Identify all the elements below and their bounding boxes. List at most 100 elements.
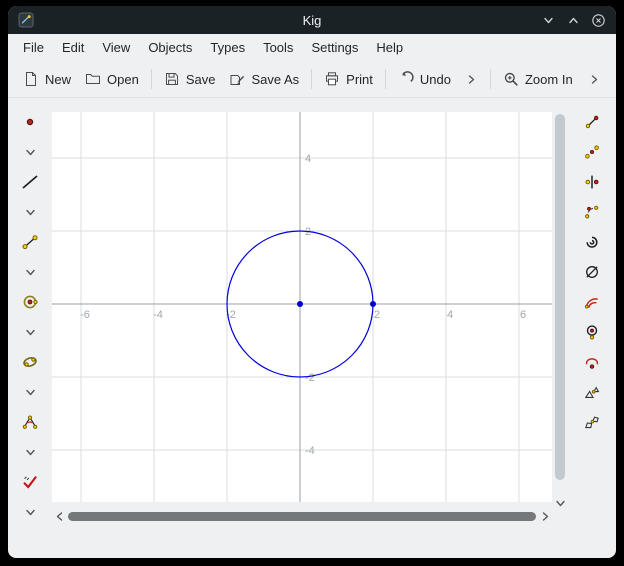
axis-tick-label: -4	[153, 309, 163, 321]
save-as-button[interactable]: Save As	[222, 67, 306, 91]
main-area: -6-4-224642-2-4	[8, 98, 616, 558]
desktop: Kig FileEditViewObjectsTypesToolsSetting…	[0, 0, 624, 566]
vertical-scroll-thumb[interactable]	[555, 114, 565, 480]
menubar: FileEditViewObjectsTypesToolsSettingsHel…	[8, 34, 616, 61]
chevron-down-icon	[24, 506, 37, 519]
minimize-button[interactable]	[540, 12, 556, 28]
chevron-down-icon	[24, 326, 37, 339]
chevron-down-light-icon	[542, 14, 555, 27]
angle-tool-menu-chevron[interactable]	[20, 444, 40, 460]
new-document-icon	[23, 71, 39, 87]
undo-icon	[398, 71, 414, 87]
plot-svg: -6-4-224642-2-4	[52, 112, 552, 502]
window-title: Kig	[8, 13, 616, 28]
scale-tool-button[interactable]	[582, 384, 602, 400]
close-circle-icon	[591, 13, 606, 28]
test-tool-icon	[22, 474, 38, 490]
scroll-right-button[interactable]	[538, 509, 552, 523]
circle-point-tool-button[interactable]	[582, 324, 602, 340]
scroll-down-button[interactable]	[553, 496, 567, 510]
chevron-down-icon	[554, 497, 567, 510]
window-controls	[540, 12, 606, 28]
menu-item-file[interactable]: File	[14, 36, 53, 59]
horizontal-scroll-track[interactable]	[66, 512, 538, 521]
reflect-point-icon	[584, 144, 600, 160]
vertical-scrollbar	[552, 98, 568, 558]
undo-button[interactable]: Undo	[391, 67, 458, 91]
new-button[interactable]: New	[16, 67, 78, 91]
toolbar-button-label: Save	[186, 72, 216, 87]
translate-tool-button[interactable]	[582, 114, 602, 130]
menu-item-view[interactable]: View	[93, 36, 139, 59]
chevron-down-icon	[24, 266, 37, 279]
point-object[interactable]	[370, 301, 376, 307]
conic-tool-icon	[22, 354, 38, 370]
inversion-tool-button[interactable]	[582, 264, 602, 280]
toolbar-button-label: Print	[346, 72, 373, 87]
save-as-icon	[229, 71, 245, 87]
open-button[interactable]: Open	[78, 67, 146, 91]
save-icon	[164, 71, 180, 87]
line-tool-menu-chevron[interactable]	[20, 204, 40, 220]
arcs-icon	[584, 294, 600, 310]
projective-tool-button[interactable]	[582, 414, 602, 430]
canvas-column: -6-4-224642-2-4	[52, 98, 552, 558]
scale-triangle-icon	[584, 384, 600, 400]
point-object[interactable]	[297, 301, 303, 307]
right-toolbar	[568, 98, 616, 558]
circle-point-icon	[584, 324, 600, 340]
line-reflect-tool-button[interactable]	[582, 174, 602, 190]
spiral-tool-button[interactable]	[582, 234, 602, 250]
toolbar-separator	[151, 69, 152, 89]
translate-object-icon	[584, 114, 600, 130]
segment-tool-button[interactable]	[20, 234, 40, 250]
axis-tick-label: -2	[305, 372, 315, 384]
maximize-button[interactable]	[565, 12, 581, 28]
toolbar-button-label: Save As	[251, 72, 299, 87]
menu-item-help[interactable]: Help	[367, 36, 412, 59]
menu-item-tools[interactable]: Tools	[254, 36, 302, 59]
save-button[interactable]: Save	[157, 67, 223, 91]
chevron-up-light-icon	[567, 14, 580, 27]
chevron-right-icon	[588, 73, 601, 86]
test-tool-button[interactable]	[20, 474, 40, 490]
conic-tool-button[interactable]	[20, 354, 40, 370]
menu-item-objects[interactable]: Objects	[139, 36, 201, 59]
conic-arc-tool-button[interactable]	[582, 354, 602, 370]
menu-item-types[interactable]: Types	[201, 36, 254, 59]
test-tool-menu-chevron[interactable]	[20, 504, 40, 520]
horizontal-scrollbar	[52, 508, 552, 524]
point-reflect-tool-button[interactable]	[582, 144, 602, 160]
angle-tool-button[interactable]	[20, 414, 40, 430]
print-icon	[324, 71, 340, 87]
print-button[interactable]: Print	[317, 67, 380, 91]
toolbar-button-label: Open	[107, 72, 139, 87]
vertical-scroll-track[interactable]	[555, 112, 565, 494]
menu-item-edit[interactable]: Edit	[53, 36, 93, 59]
circle-tool-menu-chevron[interactable]	[20, 324, 40, 340]
close-button[interactable]	[590, 12, 606, 28]
toolbar-overflow-button[interactable]	[581, 69, 608, 90]
angle-tool-icon	[22, 414, 38, 430]
circle-tool-button[interactable]	[20, 294, 40, 310]
segment-tool-menu-chevron[interactable]	[20, 264, 40, 280]
titlebar[interactable]: Kig	[8, 6, 616, 34]
chevron-down-icon	[24, 146, 37, 159]
axis-tick-label: 4	[447, 309, 453, 321]
conic-tool-menu-chevron[interactable]	[20, 384, 40, 400]
point-tool-menu-chevron[interactable]	[20, 144, 40, 160]
arc-tool-button[interactable]	[582, 294, 602, 310]
axis-tick-label: -4	[305, 445, 315, 457]
axis-tick-label: -6	[80, 309, 90, 321]
point-tool-button[interactable]	[20, 114, 40, 130]
undo-menu-chevron[interactable]	[458, 69, 485, 90]
rotate-tool-button[interactable]	[582, 204, 602, 220]
geometry-canvas[interactable]: -6-4-224642-2-4	[52, 112, 552, 502]
toolbar-separator	[385, 69, 386, 89]
invert-circle-icon	[584, 264, 600, 280]
menu-item-settings[interactable]: Settings	[302, 36, 367, 59]
line-tool-button[interactable]	[20, 174, 40, 190]
scroll-left-button[interactable]	[52, 509, 66, 523]
zoom-in-button[interactable]: Zoom In	[496, 67, 580, 91]
horizontal-scroll-thumb[interactable]	[68, 512, 536, 521]
